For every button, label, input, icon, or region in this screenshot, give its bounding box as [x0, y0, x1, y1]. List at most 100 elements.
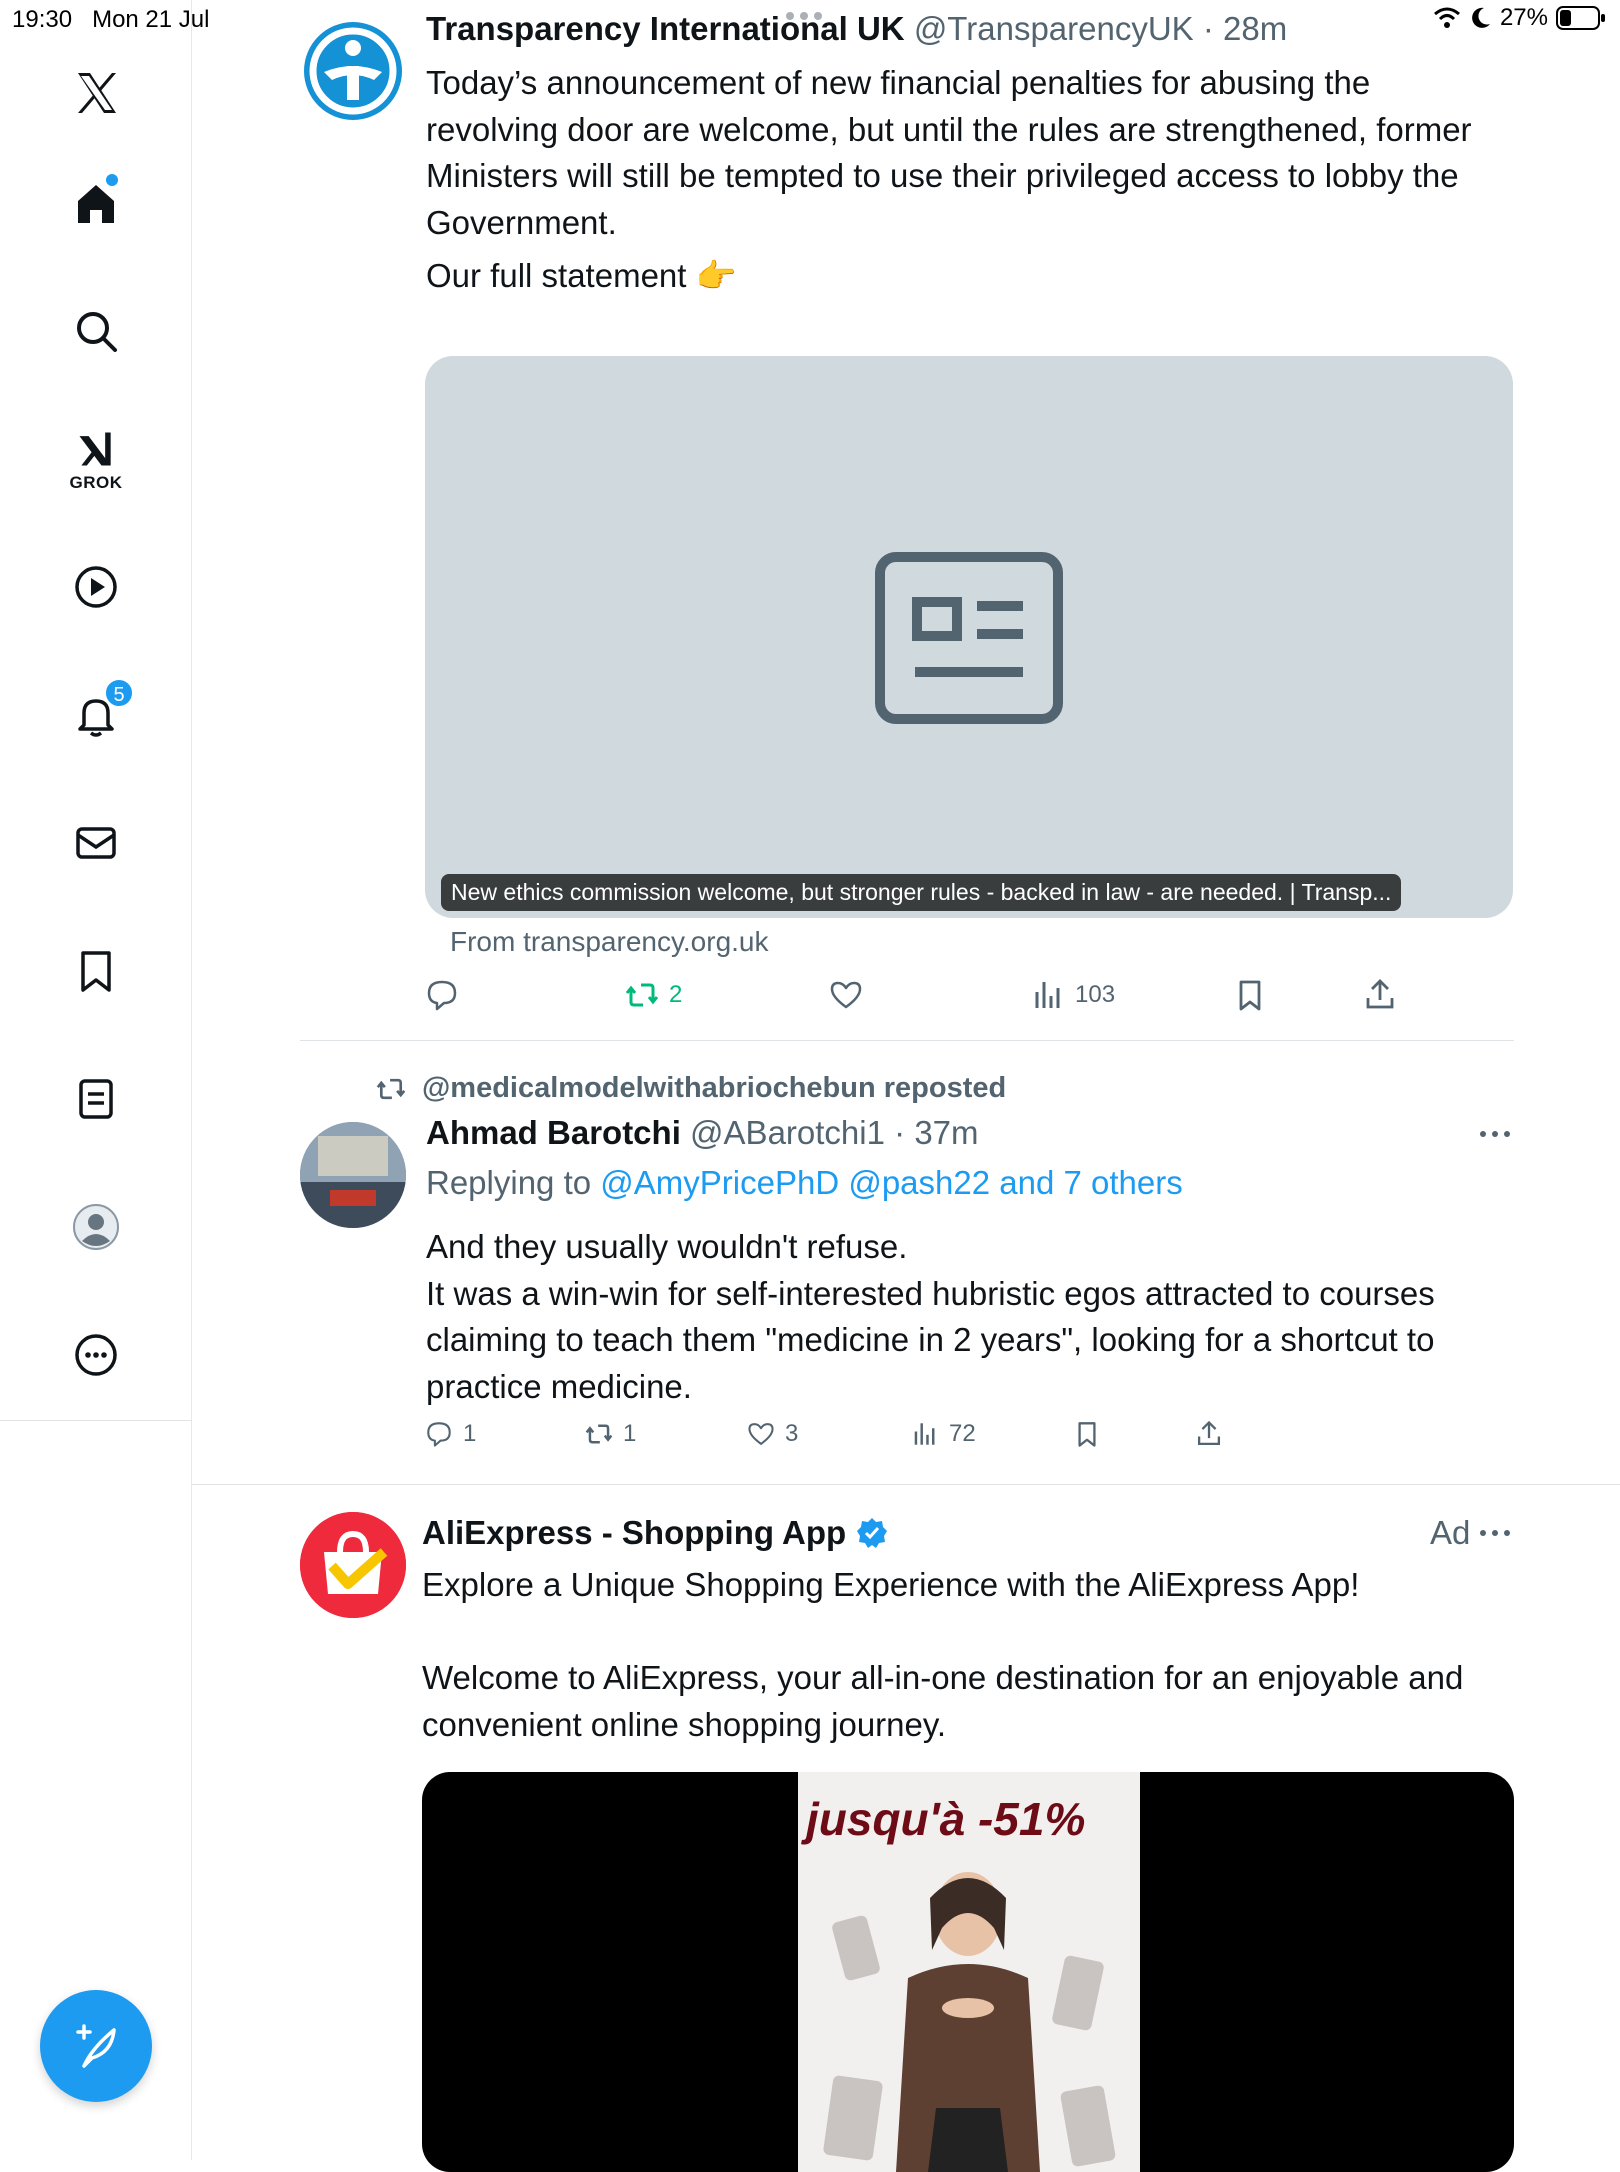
- bookmark-icon: [1078, 1422, 1096, 1447]
- reply-count: 1: [463, 1420, 477, 1447]
- battery-percent: 27%: [1499, 4, 1548, 31]
- aliexpress-logo-icon: [300, 1512, 406, 1618]
- tweet-text: Explore a Unique Shopping Experience wit…: [422, 1566, 1464, 1743]
- views-button[interactable]: 103: [1031, 978, 1115, 1012]
- views-count: 72: [949, 1420, 976, 1447]
- repost-button[interactable]: 1: [585, 1420, 636, 1448]
- avatar-image: [300, 1122, 406, 1228]
- author-handle[interactable]: @TransparencyUK: [914, 10, 1194, 47]
- ad-media[interactable]: jusqu'à -51%: [422, 1772, 1514, 2172]
- home-icon: [78, 185, 114, 223]
- repost-icon: [585, 1424, 613, 1444]
- sidebar-item-bookmarks[interactable]: [0, 936, 192, 1006]
- bookmark-button[interactable]: [1073, 1420, 1101, 1448]
- link-card[interactable]: New ethics commission welcome, but stron…: [425, 356, 1513, 918]
- sidebar-item-more[interactable]: [0, 1320, 192, 1390]
- repost-count: 1: [623, 1420, 637, 1447]
- x-logo-icon: [78, 73, 116, 113]
- heart-icon: [830, 981, 862, 1009]
- bookmark-button[interactable]: [1233, 978, 1267, 1012]
- repost-icon: [625, 983, 659, 1007]
- list-icon: [79, 1079, 113, 1119]
- author-name[interactable]: Transparency International UK: [426, 10, 905, 47]
- card-source[interactable]: From transparency.org.uk: [450, 926, 769, 958]
- replying-to: Replying to @AmyPricePhD @pash22 and 7 o…: [426, 1164, 1183, 1201]
- tweet-text: And they usually wouldn't refuse. It was…: [426, 1228, 1435, 1405]
- reply-icon: [427, 1422, 451, 1447]
- reply-button[interactable]: [425, 978, 459, 1012]
- more-dots-icon[interactable]: [1478, 1523, 1512, 1543]
- sidebar-item-profile[interactable]: [0, 1192, 192, 1262]
- sidebar-item-video[interactable]: [0, 552, 192, 622]
- more-circle-icon: [75, 1334, 117, 1376]
- repost-icon: [376, 1078, 406, 1099]
- x-logo[interactable]: [0, 58, 192, 128]
- play-circle-icon: [75, 566, 117, 608]
- reply-button[interactable]: 1: [425, 1420, 476, 1448]
- tweet-header: AliExpress - Shopping App: [422, 1514, 888, 1552]
- reply-icon: [427, 980, 457, 1011]
- tweet-time[interactable]: 37m: [914, 1114, 978, 1151]
- avatar-transparency[interactable]: [304, 22, 402, 120]
- search-icon: [77, 312, 117, 352]
- like-button[interactable]: 3: [747, 1420, 798, 1448]
- share-button[interactable]: [1363, 978, 1397, 1012]
- author-name[interactable]: AliExpress - Shopping App: [422, 1514, 846, 1552]
- sidebar-item-messages[interactable]: [0, 808, 192, 878]
- compose-feather-icon: [76, 2024, 116, 2068]
- views-chart-icon: [914, 1423, 935, 1445]
- tweet-divider: [192, 1484, 1620, 1485]
- home-unread-dot: [106, 174, 118, 186]
- sidebar-item-home[interactable]: [0, 168, 192, 238]
- tweet-divider: [300, 1040, 1514, 1041]
- moon-icon: [1472, 7, 1490, 28]
- model-figure-image: [823, 1872, 1116, 2172]
- tweet-actions: 2 103: [425, 978, 1515, 1022]
- promo-headline: jusqu'à -51%: [806, 1793, 1086, 1845]
- sidebar: GROK 5: [0, 0, 192, 2160]
- transparency-logo-icon: [309, 27, 397, 115]
- tweet-header: Transparency International UK @Transpare…: [426, 10, 1288, 47]
- repost-indicator: @medicalmodelwithabriochebun reposted: [374, 1072, 1006, 1105]
- article-icon: [875, 552, 1063, 724]
- tweet-header: Ahmad Barotchi @ABarotchi1 · 37m: [426, 1114, 979, 1151]
- verified-badge-icon: [857, 1518, 888, 1548]
- ad-promo-image: jusqu'à -51%: [798, 1772, 1140, 2172]
- tweet-time[interactable]: 28m: [1223, 10, 1287, 47]
- more-dots-icon: [1480, 1131, 1510, 1137]
- repost-count: 2: [669, 981, 683, 1008]
- sidebar-divider: [0, 1420, 192, 1421]
- compose-post-button[interactable]: [40, 1990, 152, 2102]
- tweet-actions: 1 1 3 72: [425, 1420, 1515, 1464]
- grok-icon: [79, 432, 111, 466]
- ad-label: Ad: [1430, 1514, 1471, 1551]
- share-button[interactable]: [1195, 1420, 1223, 1448]
- bookmark-icon: [1239, 980, 1261, 1011]
- repost-label[interactable]: @medicalmodelwithabriochebun reposted: [422, 1072, 1006, 1105]
- more-options-button[interactable]: [1478, 1124, 1512, 1144]
- replying-to-links[interactable]: @AmyPricePhD @pash22 and 7 others: [600, 1164, 1182, 1201]
- avatar-barotchi[interactable]: [300, 1122, 406, 1228]
- like-count: 3: [785, 1420, 799, 1447]
- author-handle[interactable]: @ABarotchi1: [690, 1114, 885, 1151]
- sidebar-item-lists[interactable]: [0, 1064, 192, 1134]
- wifi-icon: [1433, 7, 1460, 28]
- views-button[interactable]: 72: [911, 1420, 976, 1448]
- like-button[interactable]: [829, 978, 863, 1012]
- avatar-aliexpress[interactable]: [300, 1512, 406, 1618]
- author-name[interactable]: Ahmad Barotchi: [426, 1114, 681, 1151]
- sidebar-item-search[interactable]: [0, 296, 192, 366]
- repost-button[interactable]: 2: [625, 978, 682, 1012]
- sidebar-item-notifications[interactable]: 5: [0, 678, 192, 750]
- share-icon: [1197, 1420, 1221, 1446]
- ad-indicator: Ad: [1430, 1514, 1512, 1552]
- profile-avatar-icon: [73, 1204, 119, 1250]
- heart-icon: [748, 1423, 774, 1445]
- envelope-icon: [76, 827, 116, 859]
- sidebar-item-grok[interactable]: GROK: [0, 420, 192, 500]
- bookmark-icon: [81, 951, 111, 992]
- notifications-badge: 5: [104, 678, 134, 708]
- battery-icon: [1556, 6, 1605, 30]
- views-chart-icon: [1035, 982, 1060, 1008]
- tweet-text: Today’s announcement of new financial pe…: [426, 64, 1472, 294]
